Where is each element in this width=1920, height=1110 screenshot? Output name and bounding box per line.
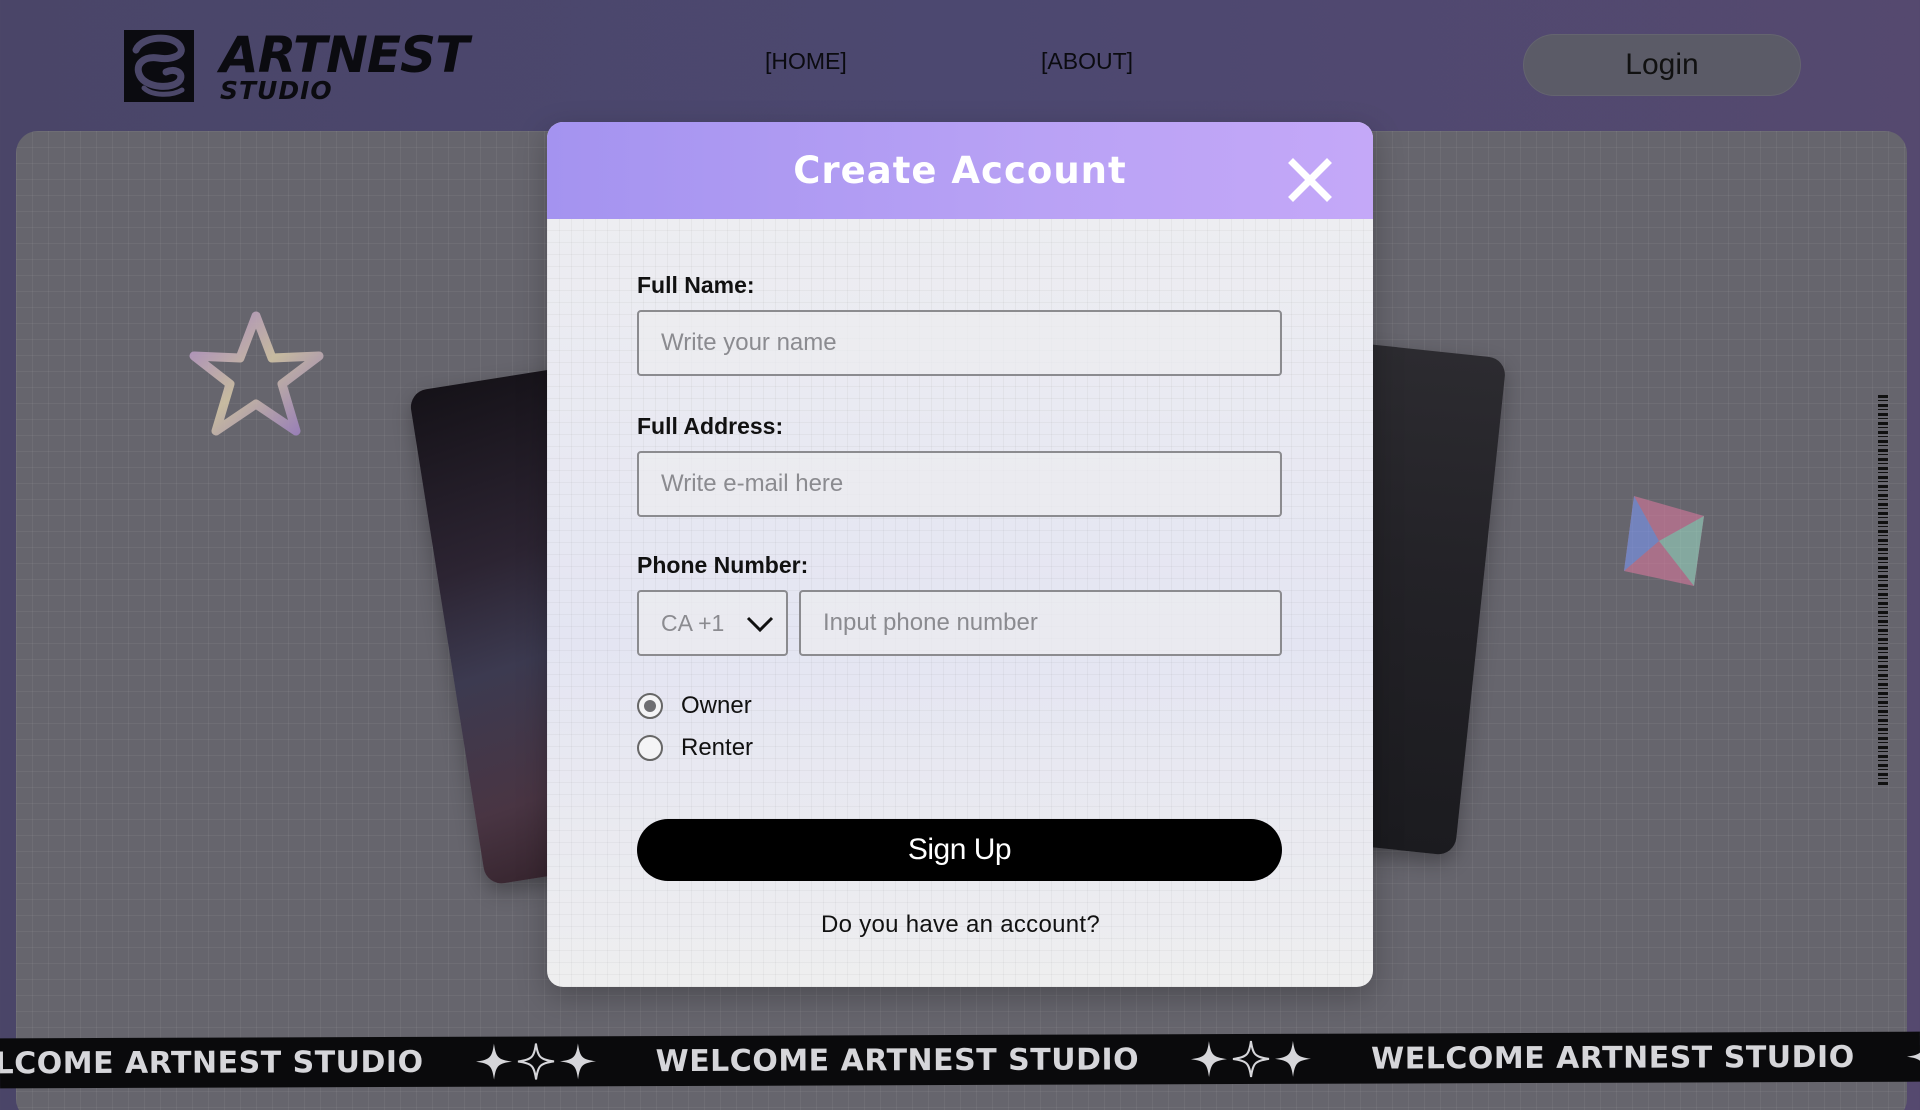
marquee-text: WELCOME ARTNEST STUDIO — [0, 1044, 424, 1082]
marquee-text: WELCOME ARTNEST STUDIO — [655, 1041, 1140, 1079]
marquee-text: WELCOME ARTNEST STUDIO — [1371, 1039, 1855, 1077]
four-point-star-icon — [475, 1043, 512, 1080]
nav-home-link[interactable]: [HOME] — [765, 48, 847, 75]
marquee-track: WELCOME ARTNEST STUDIO WELCOME ARTNEST S… — [0, 1032, 1920, 1089]
star-outline-icon — [189, 311, 324, 436]
four-point-star-outline-icon — [517, 1043, 554, 1080]
full-address-input[interactable] — [637, 451, 1282, 517]
country-code-select[interactable]: CA +1 — [637, 590, 788, 656]
role-option-owner[interactable]: Owner — [637, 692, 1284, 720]
marquee-stars — [473, 1041, 597, 1081]
modal-header: Create Account — [547, 122, 1373, 219]
full-address-label: Full Address: — [637, 413, 784, 439]
four-point-star-icon — [1906, 1038, 1920, 1075]
role-option-renter[interactable]: Renter — [637, 734, 1284, 762]
renter-radio[interactable] — [637, 735, 663, 761]
create-account-modal: Create Account Full Name: Full Address: … — [547, 122, 1373, 987]
welcome-marquee: WELCOME ARTNEST STUDIO WELCOME ARTNEST S… — [0, 1031, 1920, 1089]
full-name-label: Full Name: — [637, 272, 755, 298]
nav-about-link[interactable]: [ABOUT] — [1041, 48, 1133, 75]
modal-title: Create Account — [793, 149, 1127, 192]
close-button[interactable] — [1287, 157, 1333, 203]
marquee-stars — [1905, 1036, 1920, 1076]
renter-radio-label: Renter — [681, 734, 754, 761]
four-point-star-icon — [1191, 1041, 1228, 1078]
country-code-value: CA +1 — [661, 609, 725, 636]
four-point-star-icon — [1275, 1040, 1312, 1077]
brand-logo[interactable]: ARTNEST STUDIO — [122, 26, 482, 106]
logo-title: ARTNEST — [220, 25, 469, 84]
login-button[interactable]: Login — [1523, 34, 1801, 96]
owner-radio-label: Owner — [681, 692, 752, 719]
four-point-star-outline-icon — [1232, 1040, 1270, 1078]
phone-row: CA +1 — [637, 590, 1284, 656]
barcode-decoration — [1878, 395, 1888, 785]
logo-mark-icon — [124, 30, 194, 102]
have-account-link[interactable]: Do you have an account? — [637, 911, 1284, 939]
close-icon — [1288, 158, 1332, 202]
marquee-stars — [1189, 1039, 1313, 1079]
four-point-star-icon — [559, 1043, 596, 1080]
signup-form: Full Name: Full Address: Phone Number: C… — [637, 272, 1284, 939]
phone-number-input[interactable] — [799, 590, 1282, 656]
full-name-input[interactable] — [637, 310, 1282, 376]
phone-number-label: Phone Number: — [637, 552, 809, 578]
owner-radio[interactable] — [637, 693, 663, 719]
chevron-down-icon — [746, 616, 774, 633]
site-header: ARTNEST STUDIO [HOME] [ABOUT] Login — [0, 0, 1920, 130]
cube-icon — [1624, 496, 1704, 586]
sign-up-button[interactable]: Sign Up — [637, 819, 1282, 881]
